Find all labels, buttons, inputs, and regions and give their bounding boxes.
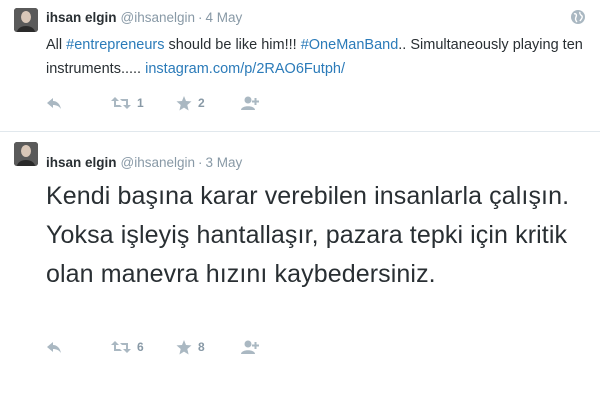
follow-button[interactable] <box>241 96 259 111</box>
reply-button[interactable] <box>46 340 111 354</box>
tweet[interactable]: ihsan elgin @ihsanelgin · 3 May Kendi başın… <box>0 132 600 400</box>
retweet-button[interactable]: 6 <box>111 340 176 354</box>
tweet-date[interactable]: 3 May <box>206 155 243 170</box>
reply-icon <box>47 342 61 353</box>
avatar[interactable] <box>14 8 38 32</box>
tweet-date[interactable]: 4 May <box>206 10 243 25</box>
author-handle[interactable]: @ihsanelgin <box>121 155 196 170</box>
author-name[interactable]: ihsan elgin <box>46 10 117 25</box>
tweet-header: ihsan elgin @ihsanelgin · 4 May <box>46 10 242 25</box>
avatar[interactable] <box>14 142 38 166</box>
follow-icon <box>241 340 259 354</box>
hashtag-link[interactable]: #entrepreneurs <box>66 37 164 53</box>
globe-icon <box>570 9 586 25</box>
favorite-button[interactable]: 8 <box>176 339 241 355</box>
text-part: All <box>46 37 67 53</box>
tweet[interactable]: ihsan elgin @ihsanelgin · 4 May All #entrep… <box>0 0 600 131</box>
retweet-count: 6 <box>137 340 144 354</box>
url-link[interactable]: instagram.com/p/2RAO6Futph/ <box>145 61 345 77</box>
retweet-icon <box>111 341 131 353</box>
reply-icon <box>47 98 61 109</box>
retweet-icon <box>111 97 131 109</box>
favorite-icon <box>176 95 192 110</box>
follow-button[interactable] <box>241 340 259 355</box>
favorite-count: 8 <box>198 340 205 354</box>
hashtag-link[interactable]: #OneManBand <box>301 37 399 53</box>
tweet-header: ihsan elgin @ihsanelgin · 3 May <box>46 155 242 170</box>
tweet-actions: 6 8 <box>46 336 259 358</box>
retweet-button[interactable]: 1 <box>111 96 176 110</box>
follow-icon <box>241 96 259 110</box>
tweet-actions: 1 2 <box>46 92 259 114</box>
favorite-count: 2 <box>198 96 205 110</box>
favorite-icon <box>176 339 192 354</box>
separator: · <box>198 155 203 170</box>
tweet-text: Kendi başına karar verebilen insanlarla … <box>46 182 570 288</box>
author-name[interactable]: ihsan elgin <box>46 155 117 170</box>
tweet-text: All #entrepreneurs should be like him!!!… <box>46 33 586 81</box>
text-part: should be like him!!! <box>164 37 301 53</box>
reply-button[interactable] <box>46 96 111 110</box>
retweet-count: 1 <box>137 96 144 110</box>
author-handle[interactable]: @ihsanelgin <box>121 10 196 25</box>
favorite-button[interactable]: 2 <box>176 95 241 111</box>
separator: · <box>198 10 203 25</box>
